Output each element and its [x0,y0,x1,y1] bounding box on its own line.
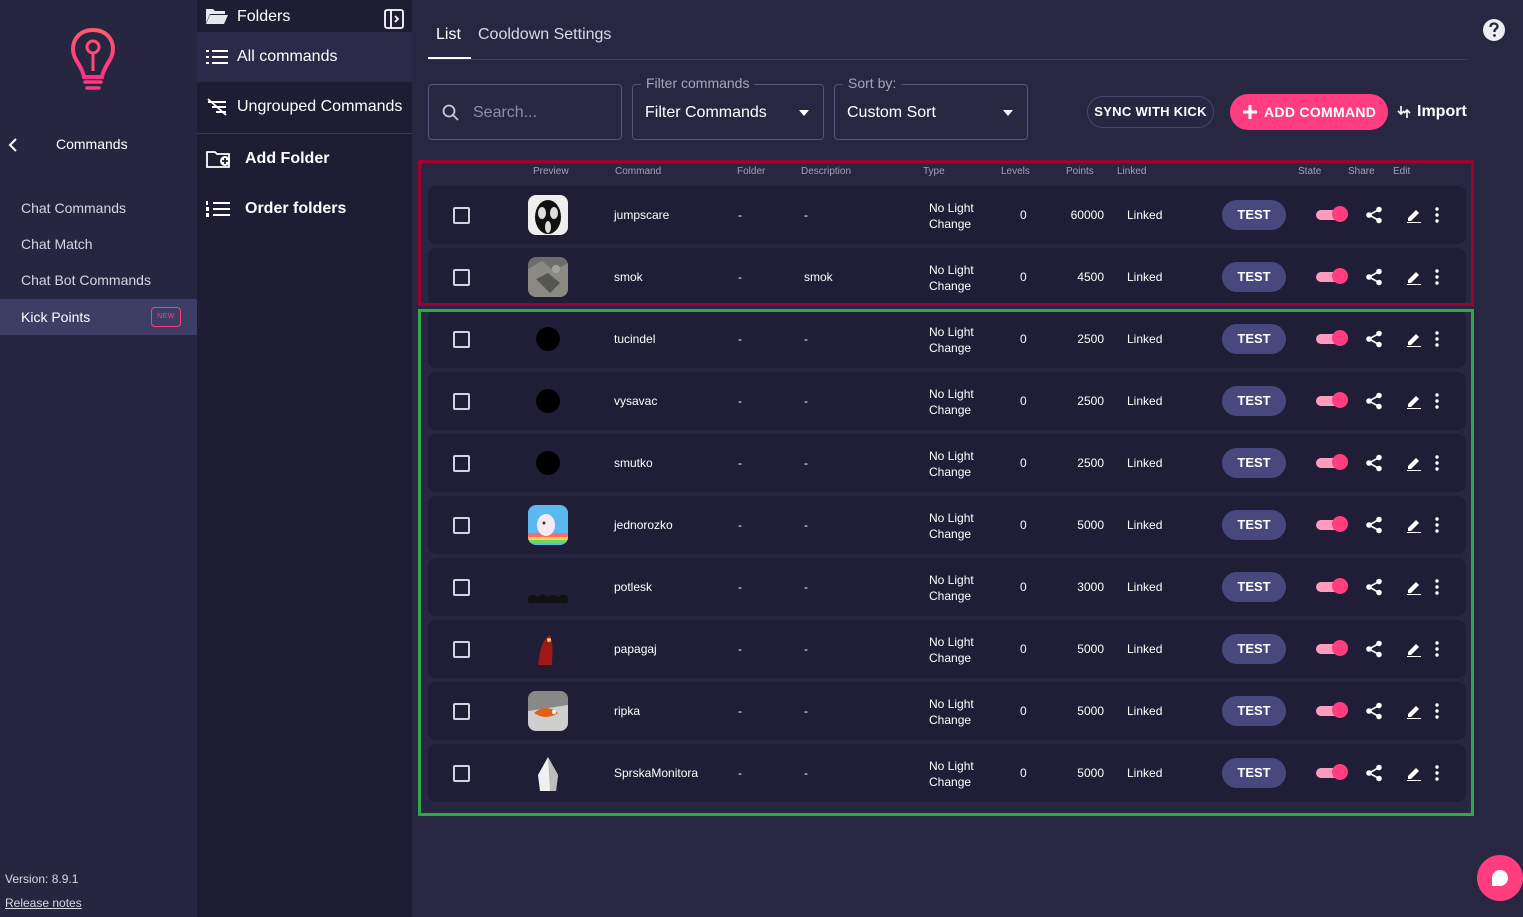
sort-by-select[interactable]: Sort by: Custom Sort [834,75,1028,140]
nav-item-chat-match[interactable]: Chat Match [0,226,197,262]
sort-value: Custom Sort [847,104,936,121]
folder-open-icon [206,9,228,24]
help-icon[interactable] [1482,18,1506,42]
folders-header: Folders [197,0,412,32]
chat-bubble-icon [1492,870,1508,886]
nav-item-chat-commands[interactable]: Chat Commands [0,190,197,226]
folder-label: Add Folder [245,150,330,167]
filter-value: Filter Commands [645,104,767,121]
tab-active-indicator [428,57,471,59]
tab-cooldown-settings[interactable]: Cooldown Settings [478,26,611,44]
sync-with-kick-button[interactable]: SYNC WITH KICK [1087,96,1214,128]
add-command-button[interactable]: ADD COMMAND [1230,94,1388,130]
add-folder-button[interactable]: Add Folder [197,134,412,184]
ungrouped-list-icon [207,98,227,116]
chat-support-button[interactable] [1477,855,1523,901]
release-notes-link[interactable]: Release notes [5,896,82,910]
search-icon [442,104,459,121]
caret-down-icon [1003,110,1013,116]
folders-title: Folders [237,8,291,25]
nav-item-kick-points[interactable]: Kick Points NEW [0,299,197,335]
import-label: Import [1417,103,1467,120]
collapse-panel-icon[interactable] [384,9,404,29]
search-input[interactable] [473,101,613,125]
new-badge: NEW [151,307,181,327]
filter-commands-select[interactable]: Filter commands Filter Commands [632,75,824,140]
folder-label: All commands [237,48,338,65]
folder-ungrouped-commands[interactable]: Ungrouped Commands [197,82,412,132]
add-command-label: ADD COMMAND [1264,104,1377,120]
tab-list[interactable]: List [436,26,461,44]
left-nav: Commands Chat Commands Chat Match Chat B… [0,0,197,917]
plus-icon [1243,105,1257,119]
highlight-frame-green [418,309,1474,816]
ordered-list-icon [206,201,230,217]
back-to-commands[interactable]: Commands [0,130,197,160]
list-icon [206,50,228,64]
nav-item-label: Kick Points [21,309,91,325]
chevron-left-icon[interactable] [6,136,20,154]
folder-label: Ungrouped Commands [237,98,403,115]
nav-title: Commands [56,136,128,152]
search-box[interactable] [428,84,622,140]
caret-down-icon [799,110,809,116]
tab-bar: List Cooldown Settings [428,22,1468,60]
folder-label: Order folders [245,200,347,217]
folder-add-icon [206,151,230,168]
folder-all-commands[interactable]: All commands [197,32,412,82]
version-text: Version: 8.9.1 [5,872,79,886]
filter-legend: Filter commands [641,75,755,91]
order-folders-button[interactable]: Order folders [197,184,412,234]
nav-item-chat-bot-commands[interactable]: Chat Bot Commands [0,262,197,298]
import-arrows-icon [1397,106,1411,118]
logo-bulb-icon [70,27,116,90]
folder-panel: Folders All commands Ungrouped Commands … [197,0,412,917]
highlight-frame-red [418,160,1474,306]
sort-legend: Sort by: [843,75,902,91]
